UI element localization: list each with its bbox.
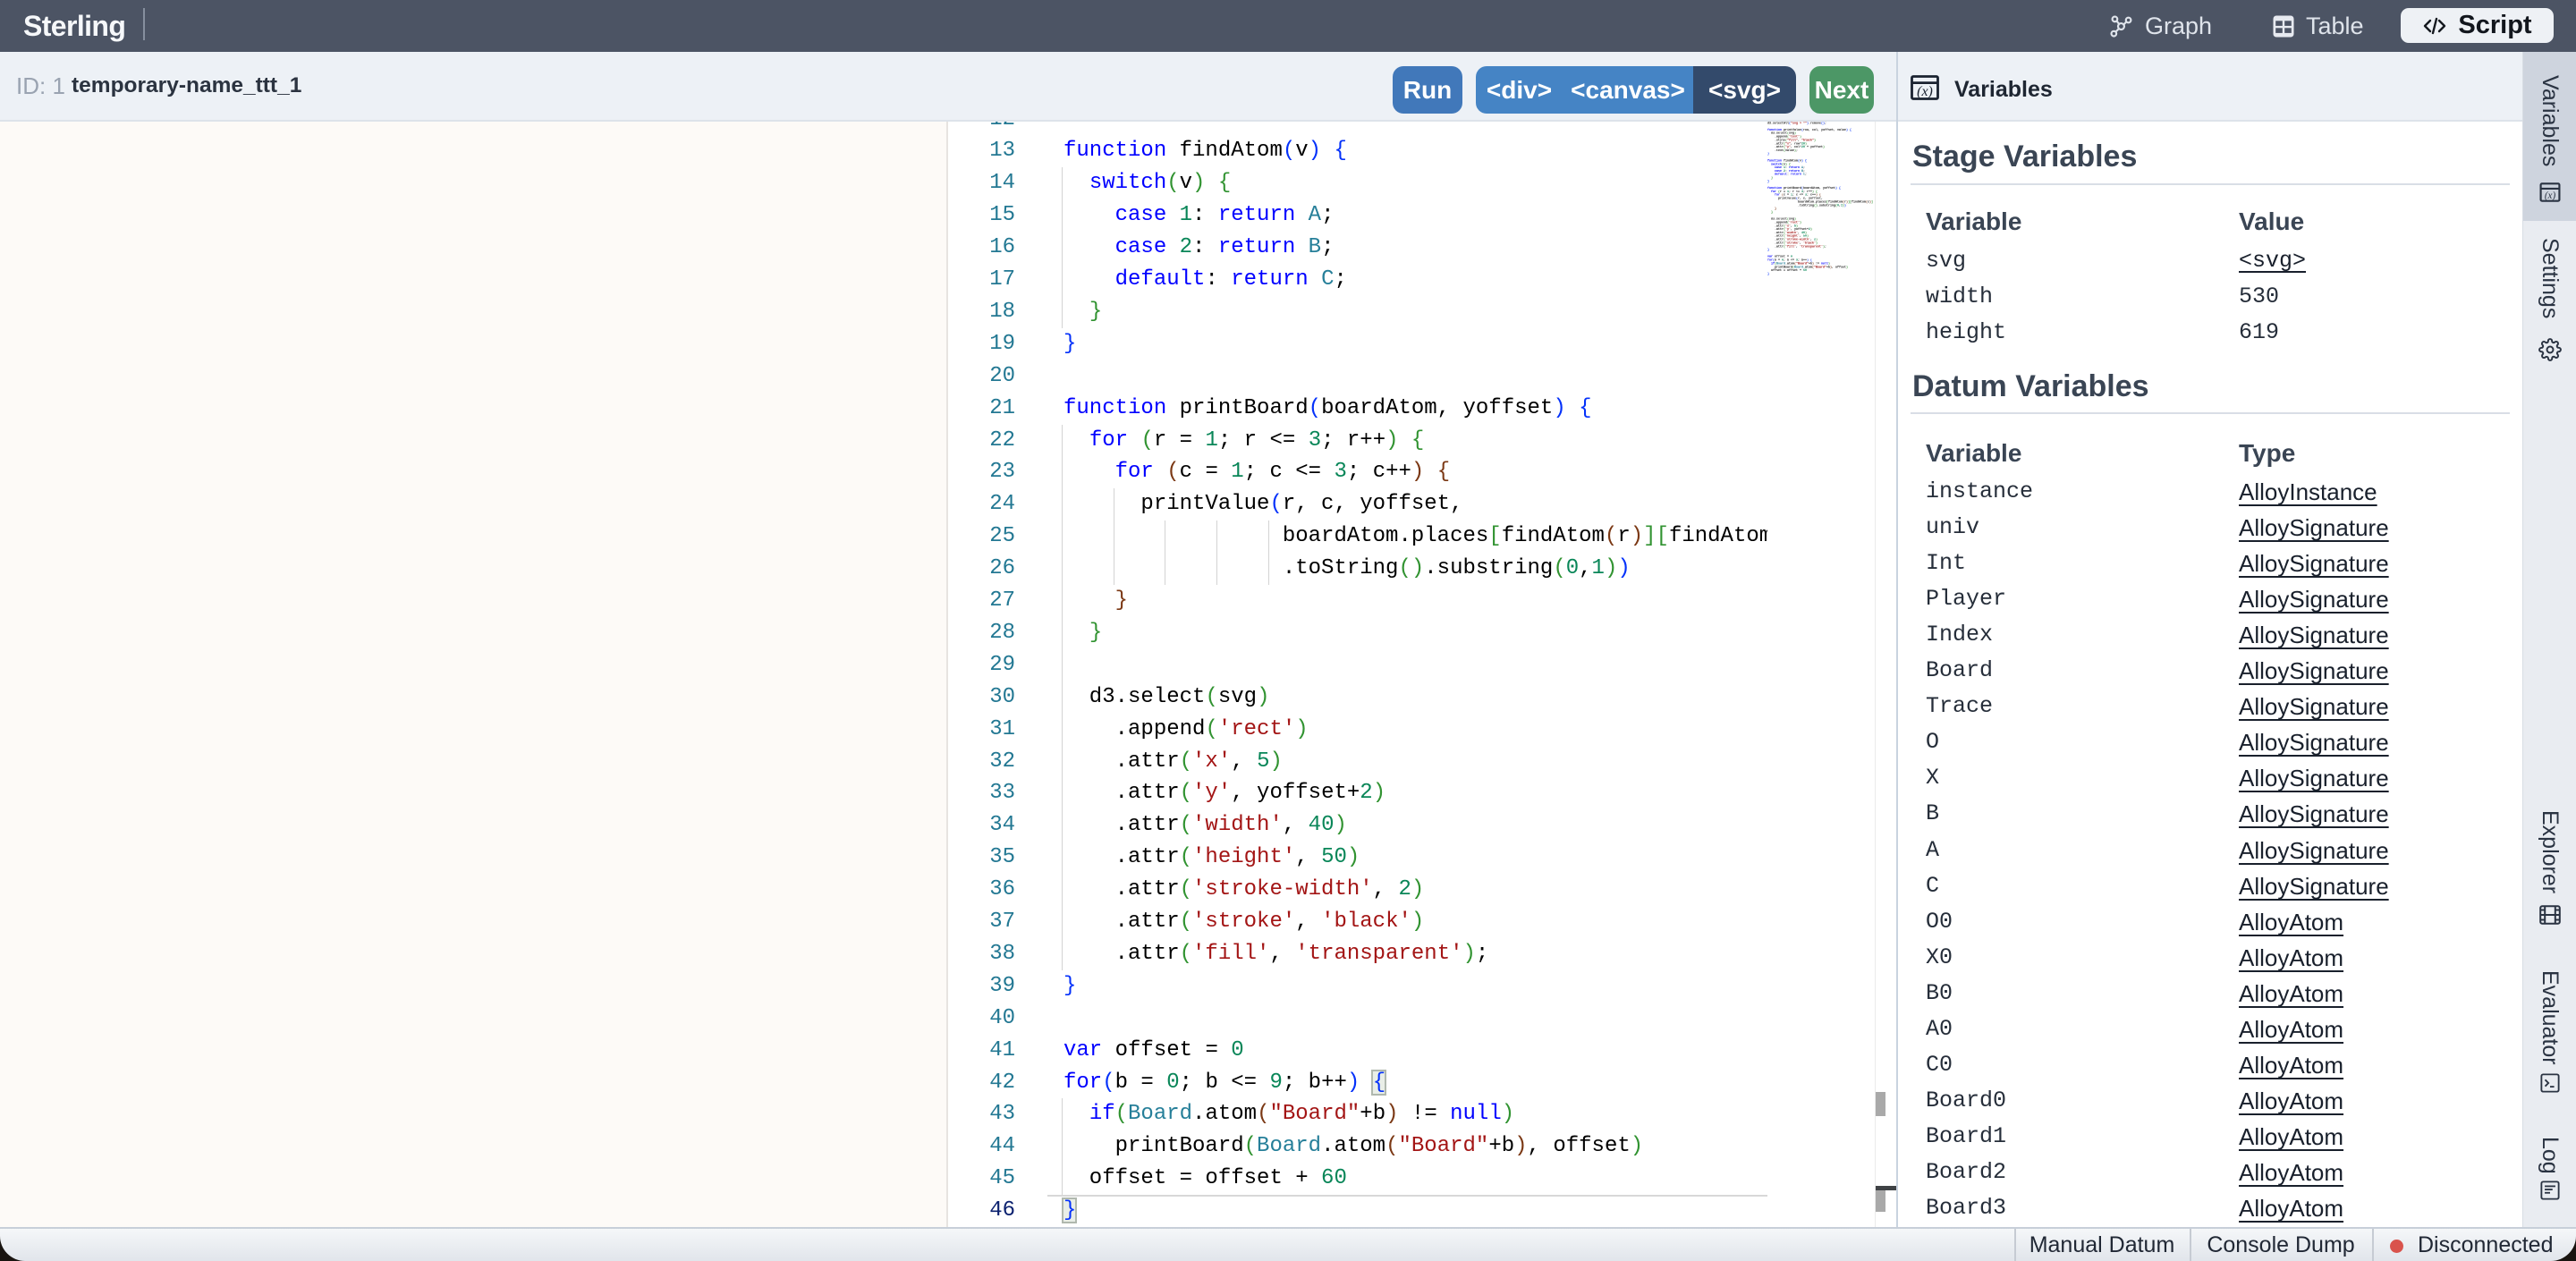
svg-text:(x): (x) (2544, 190, 2555, 201)
svg-text:(x): (x) (1917, 84, 1933, 99)
